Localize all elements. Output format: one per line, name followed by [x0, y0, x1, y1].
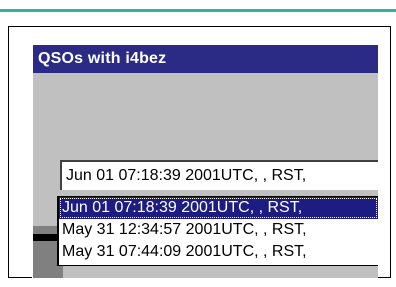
qso-combo-box[interactable]: Jun 01 07:18:39 2001UTC, , RST, [60, 160, 378, 190]
dropdown-item[interactable]: May 31 12:34:57 2001UTC, , RST, [59, 219, 378, 241]
dropdown-item-selected[interactable]: Jun 01 07:18:39 2001UTC, , RST, [59, 197, 378, 219]
accent-rule [0, 0, 396, 12]
qso-dropdown-list[interactable]: Jun 01 07:18:39 2001UTC, , RST, May 31 1… [57, 196, 378, 266]
window-title[interactable]: QSOs with i4bez [33, 45, 378, 73]
dropdown-item[interactable]: May 31 07:44:09 2001UTC, , RST, [59, 241, 378, 263]
